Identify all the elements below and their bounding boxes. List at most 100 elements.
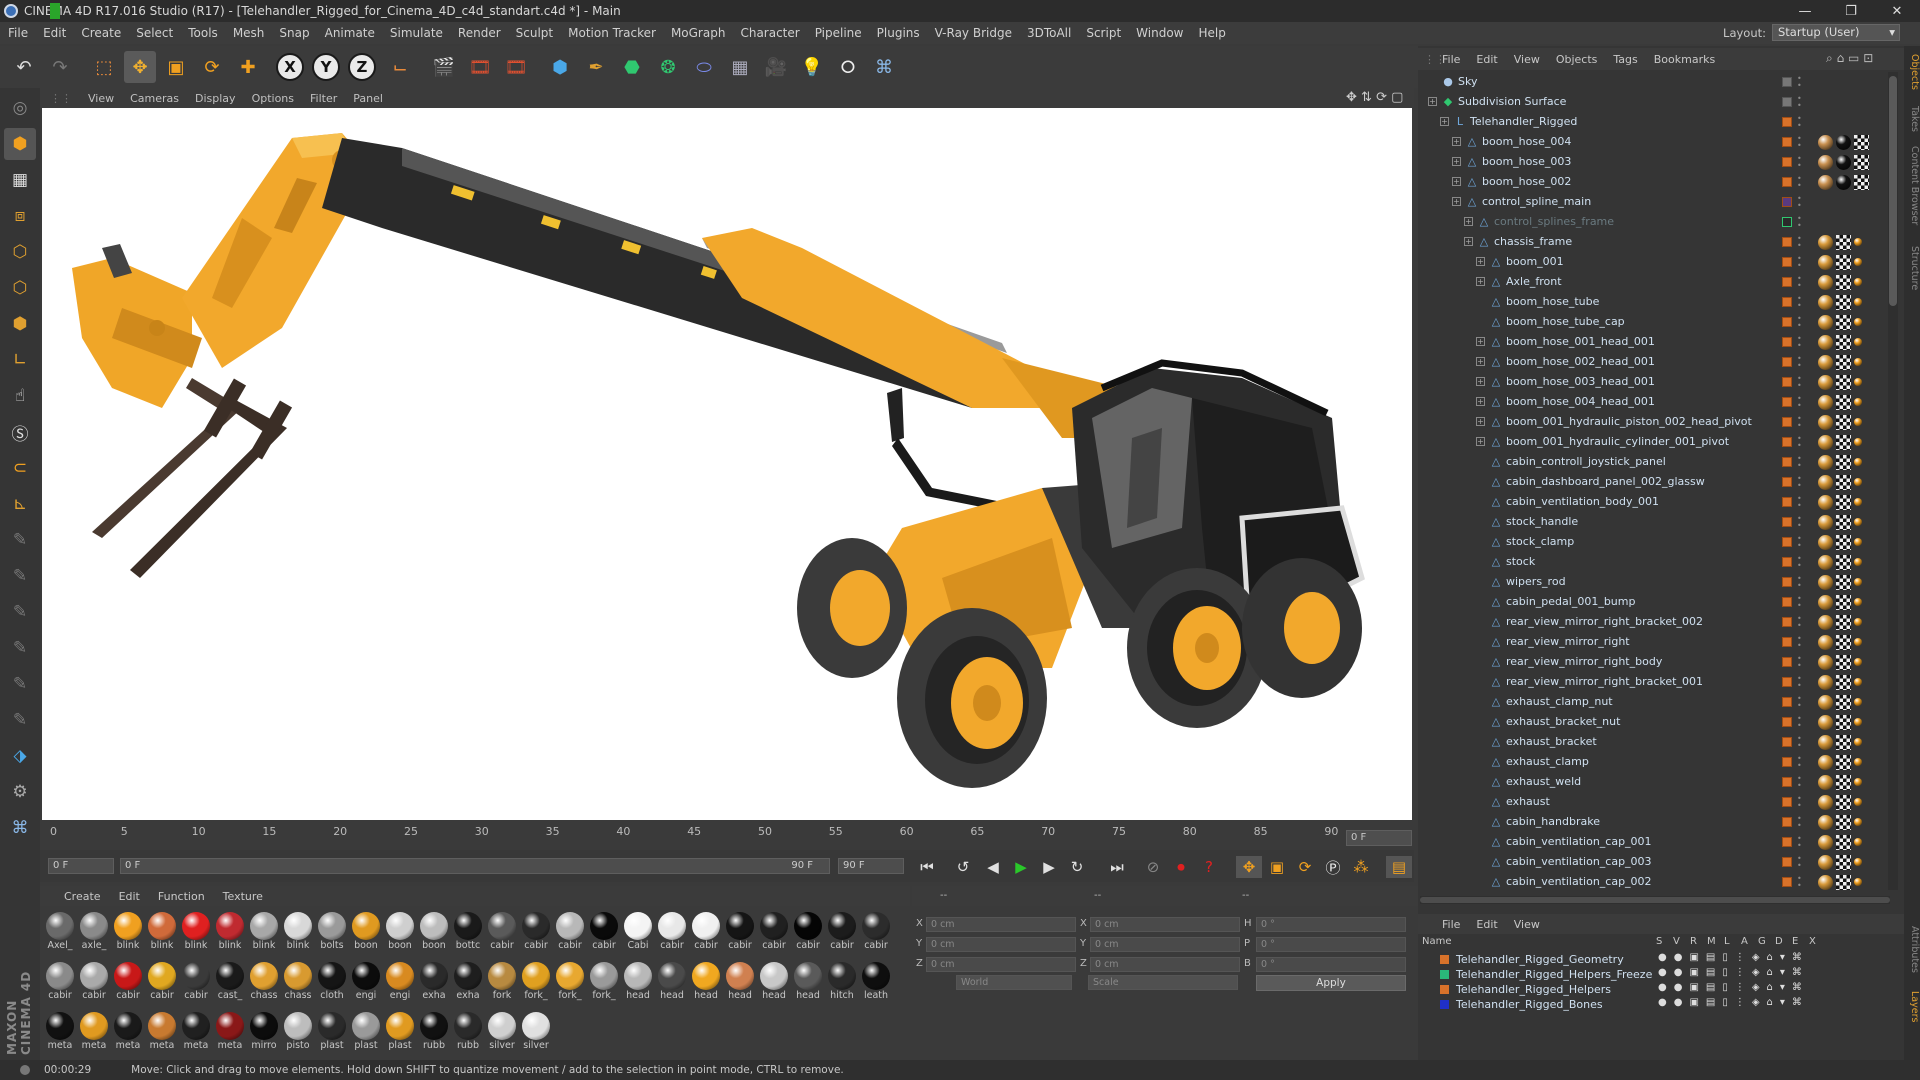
- size-mode-dropdown[interactable]: Scale: [1088, 975, 1238, 990]
- menu-render[interactable]: Render: [458, 26, 501, 40]
- texture-tag-icon[interactable]: [1836, 755, 1851, 770]
- scale-tool-icon[interactable]: ▣: [160, 51, 192, 83]
- floor-icon[interactable]: ▦: [724, 51, 756, 83]
- material-tag-icon[interactable]: [1854, 558, 1862, 566]
- multi-tool-icon[interactable]: ✚: [232, 51, 264, 83]
- layer-row[interactable]: Telehandler_Rigged_Helpers ●●▣▤▯⋮◈⌂▾⌘: [1418, 982, 1904, 997]
- rot-b-field[interactable]: 0 °: [1256, 957, 1406, 972]
- material-swatch[interactable]: fork: [486, 960, 518, 1004]
- pan-icon[interactable]: ✥: [1346, 90, 1357, 105]
- timeline-window-icon[interactable]: ▤: [1386, 856, 1412, 878]
- brush-icon[interactable]: ✎: [4, 524, 36, 556]
- layer-color-swatch[interactable]: [1440, 1000, 1449, 1009]
- visibility-dots[interactable]: • •: [1797, 815, 1805, 830]
- material-tag-icon[interactable]: [1818, 815, 1833, 830]
- material-swatch[interactable]: head: [622, 960, 654, 1004]
- object-row[interactable]: + △ boom_hose_002_head_001 • •: [1418, 352, 1888, 372]
- material-swatch[interactable]: cabir: [826, 910, 858, 954]
- material-tag-icon[interactable]: [1818, 535, 1833, 550]
- go-to-end-icon[interactable]: ⏭: [1104, 856, 1130, 878]
- menu-create[interactable]: Create: [81, 26, 121, 40]
- layer-row[interactable]: Telehandler_Rigged_Helpers_Freeze ●●▣▤▯⋮◈…: [1418, 967, 1904, 982]
- object-row[interactable]: △ boom_hose_tube_cap • •: [1418, 312, 1888, 332]
- layer-color-swatch[interactable]: [1782, 517, 1792, 527]
- python-icon[interactable]: ⌘: [868, 51, 900, 83]
- object-menu-view[interactable]: View: [1514, 53, 1540, 66]
- texture-tag-icon[interactable]: [1836, 875, 1851, 890]
- mesh-check-icon[interactable]: ⚙: [4, 776, 36, 808]
- material-swatch[interactable]: cabir: [724, 910, 756, 954]
- material-swatch[interactable]: boon: [384, 910, 416, 954]
- menu-window[interactable]: Window: [1136, 26, 1183, 40]
- make-editable-icon[interactable]: ◎: [4, 92, 36, 124]
- texture-tag-icon[interactable]: [1836, 675, 1851, 690]
- render-view-icon[interactable]: 🎬: [428, 51, 460, 83]
- object-row[interactable]: + ◆ Subdivision Surface • •: [1418, 92, 1888, 112]
- material-swatch[interactable]: cabir: [690, 910, 722, 954]
- material-tag-icon[interactable]: [1854, 798, 1862, 806]
- material-swatch[interactable]: blink: [146, 910, 178, 954]
- pos-y-field[interactable]: 0 cm: [926, 937, 1076, 952]
- layer-color-swatch[interactable]: [1782, 277, 1792, 287]
- layer-color-swatch[interactable]: [1782, 97, 1792, 107]
- material-swatch[interactable]: cabir: [792, 910, 824, 954]
- material-swatch[interactable]: blink: [248, 910, 280, 954]
- material-swatch[interactable]: boon: [350, 910, 382, 954]
- material-swatch[interactable]: meta: [112, 1010, 144, 1054]
- material-tag-icon[interactable]: [1854, 598, 1862, 606]
- material-tag-icon[interactable]: [1818, 135, 1833, 150]
- visibility-dots[interactable]: • •: [1797, 315, 1805, 330]
- object-menu-bookmarks[interactable]: Bookmarks: [1654, 53, 1715, 66]
- coordinate-system-icon[interactable]: ⌙: [384, 51, 416, 83]
- material-tag-icon[interactable]: [1854, 838, 1862, 846]
- object-row[interactable]: + △ boom_hose_002 • •: [1418, 172, 1888, 192]
- visibility-dots[interactable]: • •: [1797, 595, 1805, 610]
- material-tag-icon[interactable]: [1818, 695, 1833, 710]
- material-swatch[interactable]: chass: [282, 960, 314, 1004]
- layer-menu-edit[interactable]: Edit: [1476, 918, 1497, 931]
- material-tag-icon[interactable]: [1818, 435, 1833, 450]
- visibility-dots[interactable]: • •: [1797, 295, 1805, 310]
- material-tag-icon[interactable]: [1818, 855, 1833, 870]
- material-tag-icon[interactable]: [1818, 155, 1833, 170]
- texture-tag-icon[interactable]: [1836, 655, 1851, 670]
- object-row[interactable]: △ cabin_controll_joystick_panel • •: [1418, 452, 1888, 472]
- object-row[interactable]: + △ boom_hose_001_head_001 • •: [1418, 332, 1888, 352]
- start-frame-field[interactable]: 0 F: [48, 858, 114, 874]
- layer-flag-icons[interactable]: ●●▣▤▯⋮◈⌂▾⌘: [1658, 952, 1809, 963]
- object-row[interactable]: △ stock • •: [1418, 552, 1888, 572]
- layer-flag-icons[interactable]: ●●▣▤▯⋮◈⌂▾⌘: [1658, 997, 1809, 1008]
- expand-toggle-icon[interactable]: +: [1476, 437, 1485, 446]
- object-row[interactable]: + △ control_spline_main • •: [1418, 192, 1888, 212]
- texture-tag-icon[interactable]: [1836, 775, 1851, 790]
- layer-color-swatch[interactable]: [1782, 317, 1792, 327]
- frame-range-slider[interactable]: 0 F 90 F: [120, 858, 830, 874]
- layer-color-swatch[interactable]: [1782, 417, 1792, 427]
- material-swatch[interactable]: cabir: [78, 960, 110, 1004]
- expand-toggle-icon[interactable]: +: [1452, 137, 1461, 146]
- material-swatch[interactable]: cloth: [316, 960, 348, 1004]
- redo-icon[interactable]: ↷: [44, 51, 76, 83]
- layer-color-swatch[interactable]: [1782, 297, 1792, 307]
- menu-simulate[interactable]: Simulate: [390, 26, 443, 40]
- visibility-dots[interactable]: • •: [1797, 435, 1805, 450]
- layer-color-swatch[interactable]: [1782, 737, 1792, 747]
- layer-color-swatch[interactable]: [1782, 217, 1792, 227]
- layer-color-swatch[interactable]: [1782, 797, 1792, 807]
- texture-tag-icon[interactable]: [1836, 495, 1851, 510]
- cloner-icon[interactable]: ❂: [652, 51, 684, 83]
- material-tag-icon[interactable]: [1836, 155, 1851, 170]
- viewport-menu-view[interactable]: View: [88, 92, 114, 105]
- search-icon[interactable]: ⌕: [1826, 51, 1833, 65]
- material-tag-icon[interactable]: [1854, 518, 1862, 526]
- 3d-viewport[interactable]: [42, 108, 1412, 820]
- texture-mode-icon[interactable]: ▦: [4, 164, 36, 196]
- layer-color-swatch[interactable]: [1782, 257, 1792, 267]
- material-tag-icon[interactable]: [1854, 578, 1862, 586]
- texture-tag-icon[interactable]: [1836, 275, 1851, 290]
- tweak-mode-icon[interactable]: ☝: [4, 380, 36, 412]
- menu-mograph[interactable]: MoGraph: [671, 26, 726, 40]
- expand-toggle-icon[interactable]: +: [1476, 357, 1485, 366]
- side-tab-attributes[interactable]: Attributes: [1904, 926, 1920, 973]
- layer-color-swatch[interactable]: [1782, 157, 1792, 167]
